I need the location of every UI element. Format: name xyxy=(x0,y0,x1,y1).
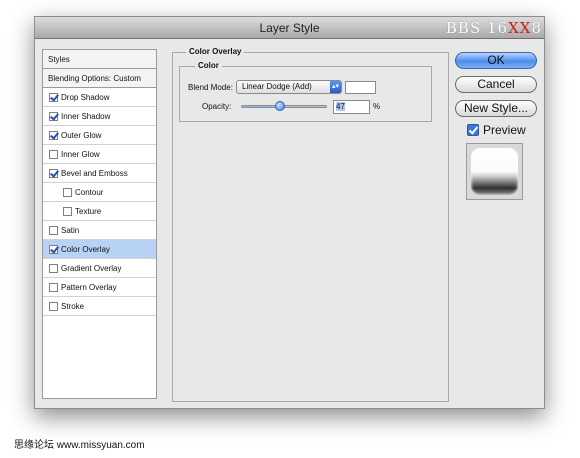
panel-title: Color Overlay xyxy=(186,47,245,56)
style-item-label: Gradient Overlay xyxy=(61,263,122,273)
checkbox-gradient-overlay[interactable] xyxy=(49,263,58,273)
panel-subtitle: Color xyxy=(195,61,222,70)
style-item-pattern-overlay[interactable]: Pattern Overlay xyxy=(43,278,156,297)
style-item-label: Texture xyxy=(75,206,102,216)
checkbox-inner-glow[interactable] xyxy=(49,149,58,159)
opacity-value: 47 xyxy=(336,102,345,111)
checkbox-contour[interactable] xyxy=(63,187,72,197)
style-item-label: Drop Shadow xyxy=(61,92,110,102)
checkbox-color-overlay[interactable] xyxy=(49,244,58,254)
style-item-contour[interactable]: Contour xyxy=(43,183,156,202)
style-item-texture[interactable]: Texture xyxy=(43,202,156,221)
opacity-input[interactable]: 47 xyxy=(333,100,370,114)
preview-swatch-image xyxy=(471,148,518,195)
style-item-bevel-emboss[interactable]: Bevel and Emboss xyxy=(43,164,156,183)
styles-list: Styles Blending Options: Custom Drop Sha… xyxy=(42,49,157,399)
style-item-label: Outer Glow xyxy=(61,130,102,140)
style-item-label: Bevel and Emboss xyxy=(61,168,128,178)
title-bar[interactable]: Layer Style BBS 16XX8 xyxy=(35,17,544,39)
opacity-slider-knob[interactable] xyxy=(275,101,285,111)
preview-toggle[interactable]: Preview xyxy=(467,123,526,137)
style-item-satin[interactable]: Satin xyxy=(43,221,156,240)
checkbox-pattern-overlay[interactable] xyxy=(49,282,58,292)
checkbox-texture[interactable] xyxy=(63,206,72,216)
opacity-unit: % xyxy=(373,102,381,111)
style-item-inner-glow[interactable]: Inner Glow xyxy=(43,145,156,164)
blend-mode-value: Linear Dodge (Add) xyxy=(242,82,312,91)
blend-mode-label: Blend Mode: xyxy=(188,83,233,92)
style-item-label: Stroke xyxy=(61,301,85,311)
ok-button[interactable]: OK xyxy=(455,52,537,69)
style-item-label: Inner Shadow xyxy=(61,111,111,121)
preview-checkbox[interactable] xyxy=(467,124,479,136)
cancel-button[interactable]: Cancel xyxy=(455,76,537,93)
style-item-gradient-overlay[interactable]: Gradient Overlay xyxy=(43,259,156,278)
checkbox-bevel-emboss[interactable] xyxy=(49,168,58,178)
blending-options-item[interactable]: Blending Options: Custom xyxy=(43,69,156,88)
style-item-label: Contour xyxy=(75,187,104,197)
opacity-label: Opacity: xyxy=(202,102,232,111)
checkbox-outer-glow[interactable] xyxy=(49,130,58,140)
style-preview-thumbnail xyxy=(466,143,523,200)
watermark-text-1: BBS 16 xyxy=(445,19,509,37)
watermark-text-3: 8 xyxy=(531,19,542,37)
style-item-label: Satin xyxy=(61,225,80,235)
checkbox-drop-shadow[interactable] xyxy=(49,92,58,102)
watermark-top: BBS 16XX8 xyxy=(446,19,542,37)
style-item-inner-shadow[interactable]: Inner Shadow xyxy=(43,107,156,126)
color-subgroup xyxy=(179,66,432,122)
style-item-stroke[interactable]: Stroke xyxy=(43,297,156,316)
style-item-label: Pattern Overlay xyxy=(61,282,117,292)
styles-header[interactable]: Styles xyxy=(43,50,156,69)
style-item-label: Color Overlay xyxy=(61,244,110,254)
layer-style-dialog: Layer Style BBS 16XX8 Styles Blending Op… xyxy=(34,16,545,409)
style-item-label: Inner Glow xyxy=(61,149,100,159)
blend-mode-select[interactable]: Linear Dodge (Add) ▴▾ xyxy=(236,80,342,94)
checkbox-stroke[interactable] xyxy=(49,301,58,311)
checkbox-inner-shadow[interactable] xyxy=(49,111,58,121)
new-style-button[interactable]: New Style... xyxy=(455,100,537,117)
overlay-color-swatch[interactable] xyxy=(345,81,376,94)
watermark-text-2: XX xyxy=(508,19,532,37)
dropdown-arrow-icon: ▴▾ xyxy=(330,81,341,93)
footer-watermark: 思缘论坛 www.missyuan.com xyxy=(14,440,145,451)
preview-label: Preview xyxy=(483,123,526,137)
style-item-drop-shadow[interactable]: Drop Shadow xyxy=(43,88,156,107)
checkbox-satin[interactable] xyxy=(49,225,58,235)
style-item-color-overlay[interactable]: Color Overlay xyxy=(43,240,156,259)
style-item-outer-glow[interactable]: Outer Glow xyxy=(43,126,156,145)
